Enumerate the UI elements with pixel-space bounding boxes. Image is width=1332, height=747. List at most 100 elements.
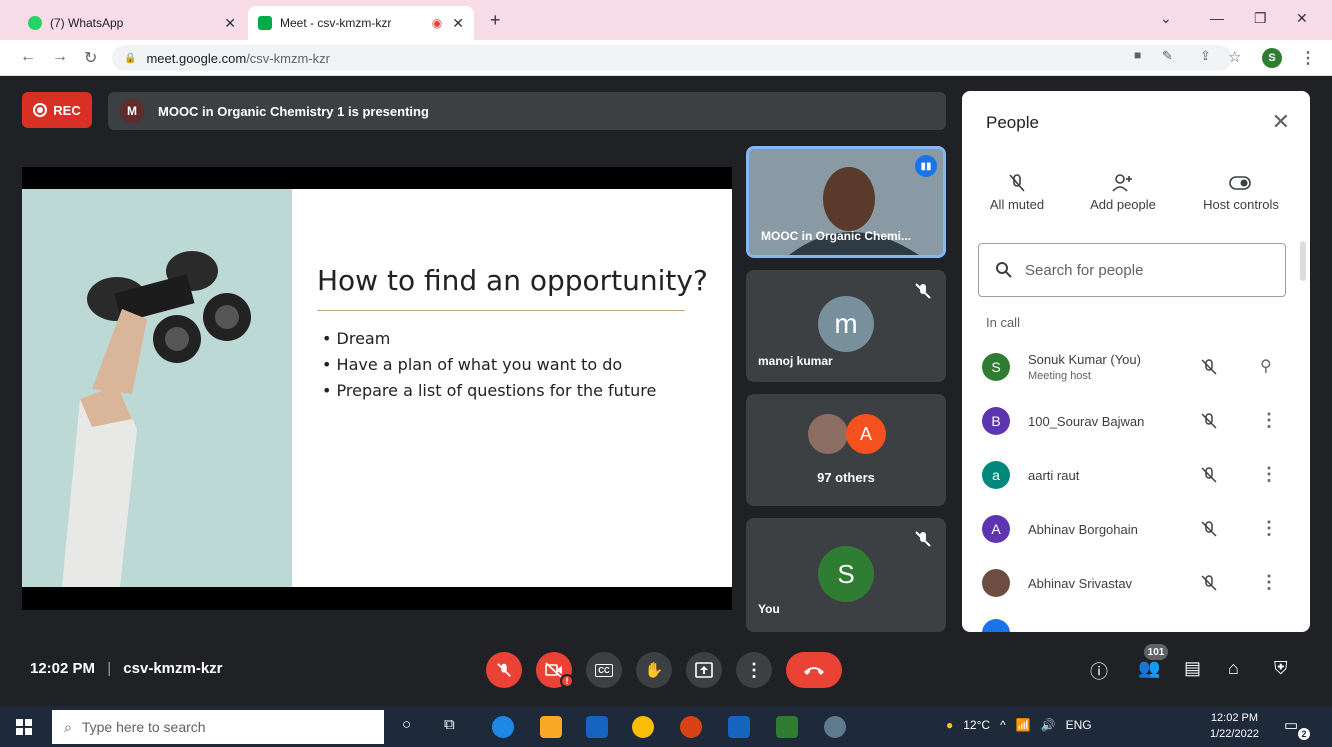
more-options-icon[interactable]: ⋮ [1260, 518, 1278, 539]
mic-off-icon[interactable] [1200, 358, 1218, 376]
excel-icon[interactable] [776, 716, 798, 738]
record-icon [33, 103, 48, 117]
camera-icon[interactable]: ■ [1134, 48, 1141, 62]
network-icon[interactable]: 📶 [1016, 718, 1031, 732]
chat-icon[interactable]: ▤ [1184, 658, 1201, 679]
more-options-icon[interactable]: ⋮ [1260, 572, 1278, 593]
store-icon[interactable] [586, 716, 608, 738]
search-people-input[interactable]: Search for people [978, 243, 1286, 297]
minimize-button[interactable]: — [1210, 10, 1224, 26]
more-options-icon: ⋮ [745, 659, 763, 680]
host-controls-button[interactable]: Host controls [1186, 169, 1296, 212]
share-icon[interactable]: ⇪ [1200, 48, 1211, 64]
forward-icon[interactable]: → [52, 48, 68, 66]
notifications-icon[interactable]: ▭ [1284, 716, 1298, 734]
action-label: All muted [989, 197, 1045, 212]
speaking-indicator-icon: ▮▮ [915, 155, 937, 177]
more-options-icon[interactable]: ⋮ [1260, 464, 1278, 485]
address-bar: ← → ↻ 🔒 meet.google.com /csv-kmzm-kzr ■ … [0, 40, 1332, 76]
participant-name: manoj kumar [758, 354, 833, 368]
camera-off-icon [545, 662, 562, 678]
tab-search-icon[interactable]: ⌄ [1160, 10, 1172, 27]
captions-button[interactable]: CC [586, 652, 622, 688]
participant-row[interactable]: A Abhinav Borgohain ⋮ [962, 509, 1298, 549]
camera-toggle-button[interactable]: ! [536, 652, 574, 688]
lock-icon: 🔒 [124, 52, 137, 64]
reload-icon[interactable]: ↻ [84, 48, 97, 68]
participant-row[interactable]: Abhinav Srivastav ⋮ [962, 563, 1298, 603]
all-muted-button[interactable]: All muted [962, 169, 1072, 212]
more-options-icon[interactable]: ⋮ [1260, 410, 1278, 431]
restore-button[interactable]: ❐ [1254, 10, 1267, 27]
scrollbar[interactable] [1300, 241, 1306, 281]
section-label: In call [986, 315, 1020, 330]
panel-title: People [986, 113, 1039, 132]
add-person-icon [1112, 174, 1132, 192]
mic-blocked-icon[interactable]: ✎ [1162, 48, 1173, 64]
self-tile[interactable]: S You [746, 518, 946, 632]
tab-meet[interactable]: Meet - csv-kmzm-kzr ◉ ✕ [248, 6, 474, 40]
slide-divider [317, 310, 685, 311]
present-button[interactable] [686, 652, 722, 688]
presenter-avatar: M [120, 99, 144, 123]
meeting-details-icon[interactable]: ⓘ [1090, 658, 1108, 684]
chrome-icon[interactable] [632, 716, 654, 738]
close-icon[interactable]: ✕ [224, 15, 236, 32]
tab-whatsapp[interactable]: (7) WhatsApp ✕ [18, 6, 246, 40]
mic-toggle-button[interactable] [486, 652, 522, 688]
url-host: meet.google.com [146, 50, 247, 66]
menu-icon[interactable]: ⋮ [1300, 48, 1316, 68]
new-tab-button[interactable]: + [490, 10, 501, 31]
raise-hand-button[interactable]: ✋ [636, 652, 672, 688]
pin-icon[interactable]: ⚲ [1260, 356, 1272, 376]
edge-icon[interactable] [492, 716, 514, 738]
taskbar-search-input[interactable]: ⌕ Type here to search [52, 710, 384, 744]
mic-off-icon[interactable] [1200, 466, 1218, 484]
activities-icon[interactable]: ⌂ [1228, 658, 1239, 679]
more-options-button[interactable]: ⋮ [736, 652, 772, 688]
participant-avatar [982, 569, 1010, 597]
participant-row[interactable]: B 100_Sourav Bajwan ⋮ [962, 401, 1298, 441]
weather-icon: ● [946, 718, 954, 732]
host-safety-icon[interactable]: ⛨ [1274, 658, 1288, 679]
participant-row[interactable]: S Sonuk Kumar (You) Meeting host ⚲ [962, 347, 1298, 387]
volume-icon[interactable]: 🔊 [1041, 718, 1056, 732]
add-people-button[interactable]: Add people [1068, 169, 1178, 212]
meeting-code: csv-kmzm-kzr [123, 660, 223, 677]
chrome-profile-icon[interactable] [824, 716, 846, 738]
word-icon[interactable] [728, 716, 750, 738]
participant-row[interactable] [962, 617, 1298, 632]
windows-start-icon[interactable] [16, 719, 32, 735]
task-view-icon[interactable]: ⧉ [444, 716, 455, 733]
bookmark-star-icon[interactable]: ☆ [1228, 48, 1241, 66]
action-label: Host controls [1203, 197, 1279, 212]
back-icon[interactable]: ← [20, 48, 36, 66]
mic-off-icon [915, 283, 931, 299]
cortana-icon[interactable]: ○ [402, 716, 411, 733]
close-icon[interactable]: ✕ [452, 15, 464, 32]
present-icon [695, 662, 713, 678]
participant-tile-manoj[interactable]: m manoj kumar [746, 270, 946, 382]
chevron-up-icon[interactable]: ^ [1000, 718, 1006, 732]
speaker-tile[interactable]: ▮▮ MOOC in Organic Chemi... [746, 146, 946, 258]
participant-name: Abhinav Srivastav [1028, 575, 1133, 591]
language-indicator[interactable]: ENG [1066, 718, 1092, 732]
close-icon[interactable]: ✕ [1272, 109, 1290, 135]
whatsapp-icon [28, 16, 42, 30]
participant-row[interactable]: a aarti raut ⋮ [962, 455, 1298, 495]
mic-off-icon[interactable] [1200, 574, 1218, 592]
action-label: Add people [1090, 197, 1156, 212]
slide-bullet: Have a plan of what you want to do [322, 352, 656, 378]
mic-off-icon[interactable] [1200, 520, 1218, 538]
close-window-button[interactable]: ✕ [1296, 10, 1308, 27]
mic-off-icon[interactable] [1200, 412, 1218, 430]
file-explorer-icon[interactable] [540, 716, 562, 738]
profile-avatar[interactable]: S [1262, 48, 1282, 68]
others-tile[interactable]: A 97 others [746, 394, 946, 506]
url-field[interactable]: 🔒 meet.google.com /csv-kmzm-kzr [112, 45, 1232, 71]
powerpoint-icon[interactable] [680, 716, 702, 738]
rec-label: REC [53, 102, 81, 118]
people-icon[interactable]: 👥 [1138, 658, 1160, 679]
end-call-button[interactable] [786, 652, 842, 688]
taskbar-clock[interactable]: 12:02 PM 1/22/2022 [1210, 710, 1259, 742]
